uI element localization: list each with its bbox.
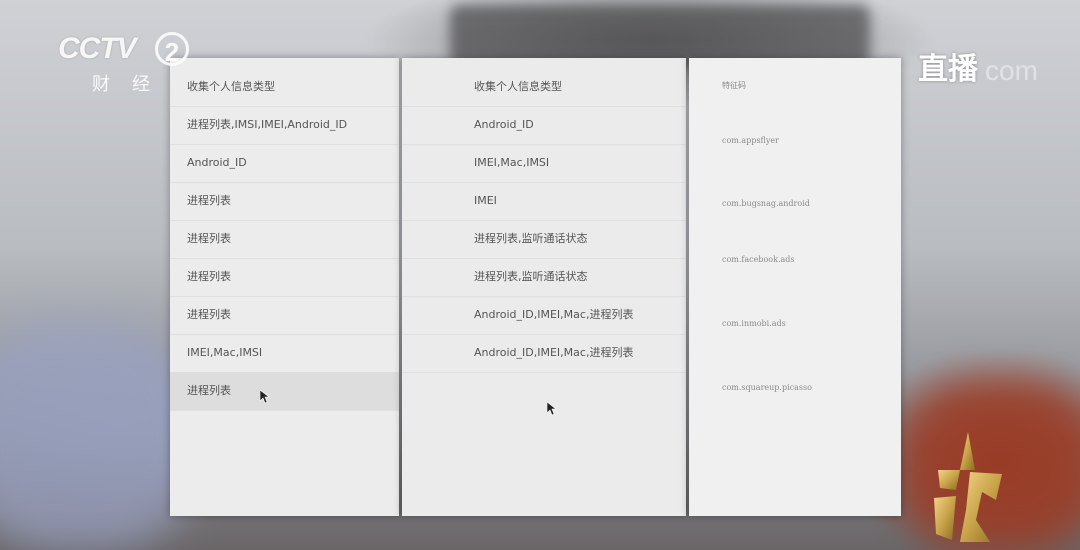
mouse-cursor-icon	[260, 390, 270, 404]
panel-middle-table: 收集个人信息类型 Android_ID IMEI,Mac,IMSI IMEI 进…	[402, 58, 686, 516]
panel-right-signatures: 特征码 com.appsflyer com.bugsnag.android co…	[689, 58, 901, 516]
channel-logo: CCTV	[58, 32, 137, 65]
channel-number-badge: 2	[155, 32, 189, 67]
signature-item[interactable]: com.appsflyer	[722, 136, 779, 145]
signature-item[interactable]: com.squareup.picasso	[722, 383, 812, 392]
table-row[interactable]: 进程列表,监听通话状态	[402, 258, 686, 297]
table-row[interactable]: IMEI,Mac,IMSI	[170, 334, 399, 373]
table-row[interactable]: 进程列表,监听通话状态	[402, 220, 686, 259]
table-row[interactable]: Android_ID,IMEI,Mac,进程列表	[402, 296, 686, 335]
panel-left-table: 收集个人信息类型 进程列表,IMSI,IMEI,Android_ID Andro…	[170, 58, 399, 516]
background-monitor	[450, 5, 870, 65]
table-row[interactable]: Android_ID,IMEI,Mac,进程列表	[402, 334, 686, 373]
signature-item[interactable]: com.bugsnag.android	[722, 199, 810, 208]
table-row[interactable]: 进程列表	[170, 258, 399, 297]
left-column-header: 收集个人信息类型	[170, 68, 399, 107]
315-gold-badge-icon	[934, 432, 1002, 542]
watermark: com	[985, 55, 1038, 86]
table-row[interactable]: IMEI	[402, 182, 686, 221]
signature-item[interactable]: com.inmobi.ads	[722, 319, 786, 328]
table-row[interactable]: 进程列表	[170, 296, 399, 335]
live-label: 直播	[918, 52, 978, 87]
table-row[interactable]: IMEI,Mac,IMSI	[402, 144, 686, 183]
table-row-hovered[interactable]: 进程列表	[170, 372, 399, 411]
table-row[interactable]: 进程列表	[170, 182, 399, 221]
table-row[interactable]: Android_ID	[170, 144, 399, 183]
table-row[interactable]: 进程列表	[170, 220, 399, 259]
channel-subtitle: 财经	[92, 74, 172, 95]
table-row[interactable]: 进程列表,IMSI,IMEI,Android_ID	[170, 106, 399, 145]
middle-column-header: 收集个人信息类型	[402, 68, 686, 107]
table-row[interactable]: Android_ID	[402, 106, 686, 145]
signature-item[interactable]: com.facebook.ads	[722, 255, 795, 264]
mouse-cursor-icon	[547, 402, 557, 416]
right-column-header: 特征码	[722, 81, 746, 90]
